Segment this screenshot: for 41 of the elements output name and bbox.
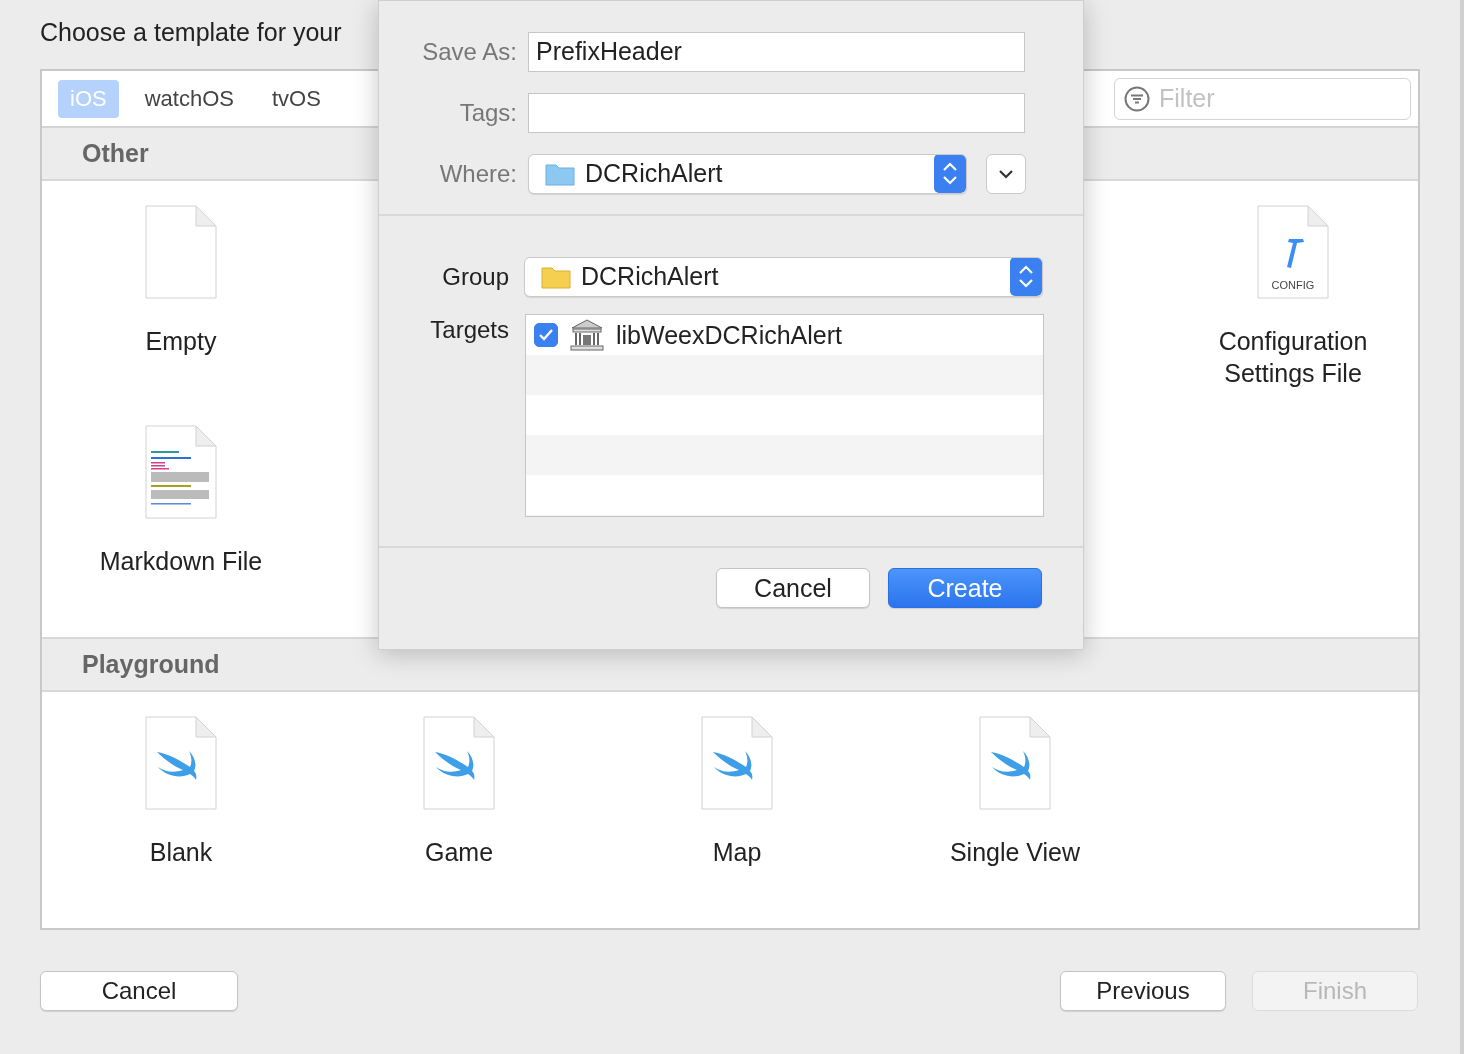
targets-label: Targets xyxy=(429,315,510,344)
push-button[interactable]: Cancel xyxy=(40,971,238,1011)
template-label: Map xyxy=(711,837,763,868)
config-file-icon[interactable]: CONFIG xyxy=(1257,205,1329,299)
field-label: Where: xyxy=(438,159,518,188)
group-popup[interactable]: DCRichAlert xyxy=(524,256,1043,297)
library-icon xyxy=(570,319,604,351)
swift-file-icon[interactable] xyxy=(423,716,495,810)
template-label: Blank xyxy=(148,837,214,868)
stepper-icon xyxy=(934,154,966,193)
stepper-icon xyxy=(1010,257,1042,296)
template-label: Single View xyxy=(948,837,1082,868)
checkbox[interactable] xyxy=(534,323,558,347)
target-name: libWeexDCRichAlert xyxy=(616,320,842,350)
tags-field[interactable] xyxy=(528,92,1025,133)
section-title: Other xyxy=(82,139,149,168)
platform-tab[interactable]: tvOS xyxy=(259,79,333,118)
where-popup[interactable]: DCRichAlert xyxy=(528,153,967,194)
template-label: Game xyxy=(423,837,495,868)
template-label: Markdown File xyxy=(98,546,264,577)
template-label: Empty xyxy=(144,326,218,357)
sheet-title: Choose a template for your xyxy=(40,18,342,48)
create-button[interactable]: Create xyxy=(888,568,1042,608)
folder-icon xyxy=(541,264,571,289)
save-as-field[interactable]: PrefixHeader xyxy=(528,31,1025,72)
filter-field[interactable]: Filter xyxy=(1114,77,1411,120)
group-label: Group xyxy=(441,262,510,291)
swift-file-icon[interactable] xyxy=(979,716,1051,810)
folder-icon xyxy=(545,161,575,186)
section-title: Playground xyxy=(82,650,220,679)
chevron-down-icon xyxy=(998,168,1014,179)
field-label: Save As: xyxy=(421,37,518,66)
swift-file-icon[interactable] xyxy=(145,716,217,810)
expand-button[interactable] xyxy=(986,153,1026,194)
swift-file-icon[interactable] xyxy=(701,716,773,810)
push-button[interactable]: Previous xyxy=(1060,971,1226,1011)
field-label: Tags: xyxy=(458,98,518,127)
platform-tab[interactable]: watchOS xyxy=(132,79,246,118)
template-label: Configuration Settings File xyxy=(1217,326,1369,389)
markdown-file-icon[interactable] xyxy=(145,425,217,519)
cancel-button[interactable]: Cancel xyxy=(716,568,870,608)
